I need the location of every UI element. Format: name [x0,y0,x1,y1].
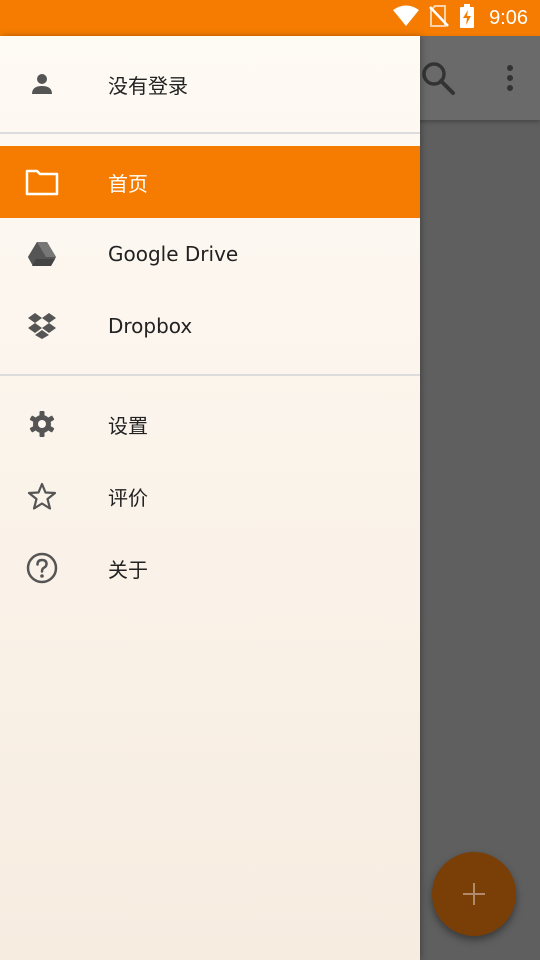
divider [0,132,420,134]
status-time: 9:06 [489,6,528,29]
star-icon [24,478,60,514]
divider [0,374,420,376]
navigation-drawer: 没有登录 首页 Google Drive Dropbox 设置 评价 关于 [0,36,420,960]
nav-item-dropbox[interactable]: Dropbox [0,290,420,362]
account-row[interactable]: 没有登录 [0,36,420,132]
status-bar: 9:06 [0,0,540,36]
nav-item-rate[interactable]: 评价 [0,460,420,532]
person-icon [24,66,60,102]
add-fab-button[interactable] [432,852,516,936]
dropbox-icon [24,308,60,344]
nav-item-home[interactable]: 首页 [0,146,420,218]
battery-charging-icon [459,4,475,32]
folder-icon [24,164,60,200]
nav-item-about[interactable]: 关于 [0,532,420,604]
google-drive-icon [24,236,60,272]
status-icons: 9:06 [393,0,528,36]
nav-item-label: Google Drive [108,242,239,266]
help-icon [24,550,60,586]
settings-icon [24,406,60,442]
account-label: 没有登录 [108,73,188,98]
nav-item-label: 关于 [108,557,148,582]
no-sim-icon [429,5,449,31]
nav-item-label: 设置 [108,413,148,438]
nav-item-label: 首页 [108,171,148,196]
nav-item-label: Dropbox [108,314,193,338]
search-icon[interactable] [418,58,458,98]
wifi-icon [393,5,420,31]
more-vert-icon[interactable] [494,58,526,98]
nav-item-settings[interactable]: 设置 [0,388,420,460]
nav-item-google-drive[interactable]: Google Drive [0,218,420,290]
add-icon [463,883,485,905]
nav-item-label: 评价 [108,485,148,510]
